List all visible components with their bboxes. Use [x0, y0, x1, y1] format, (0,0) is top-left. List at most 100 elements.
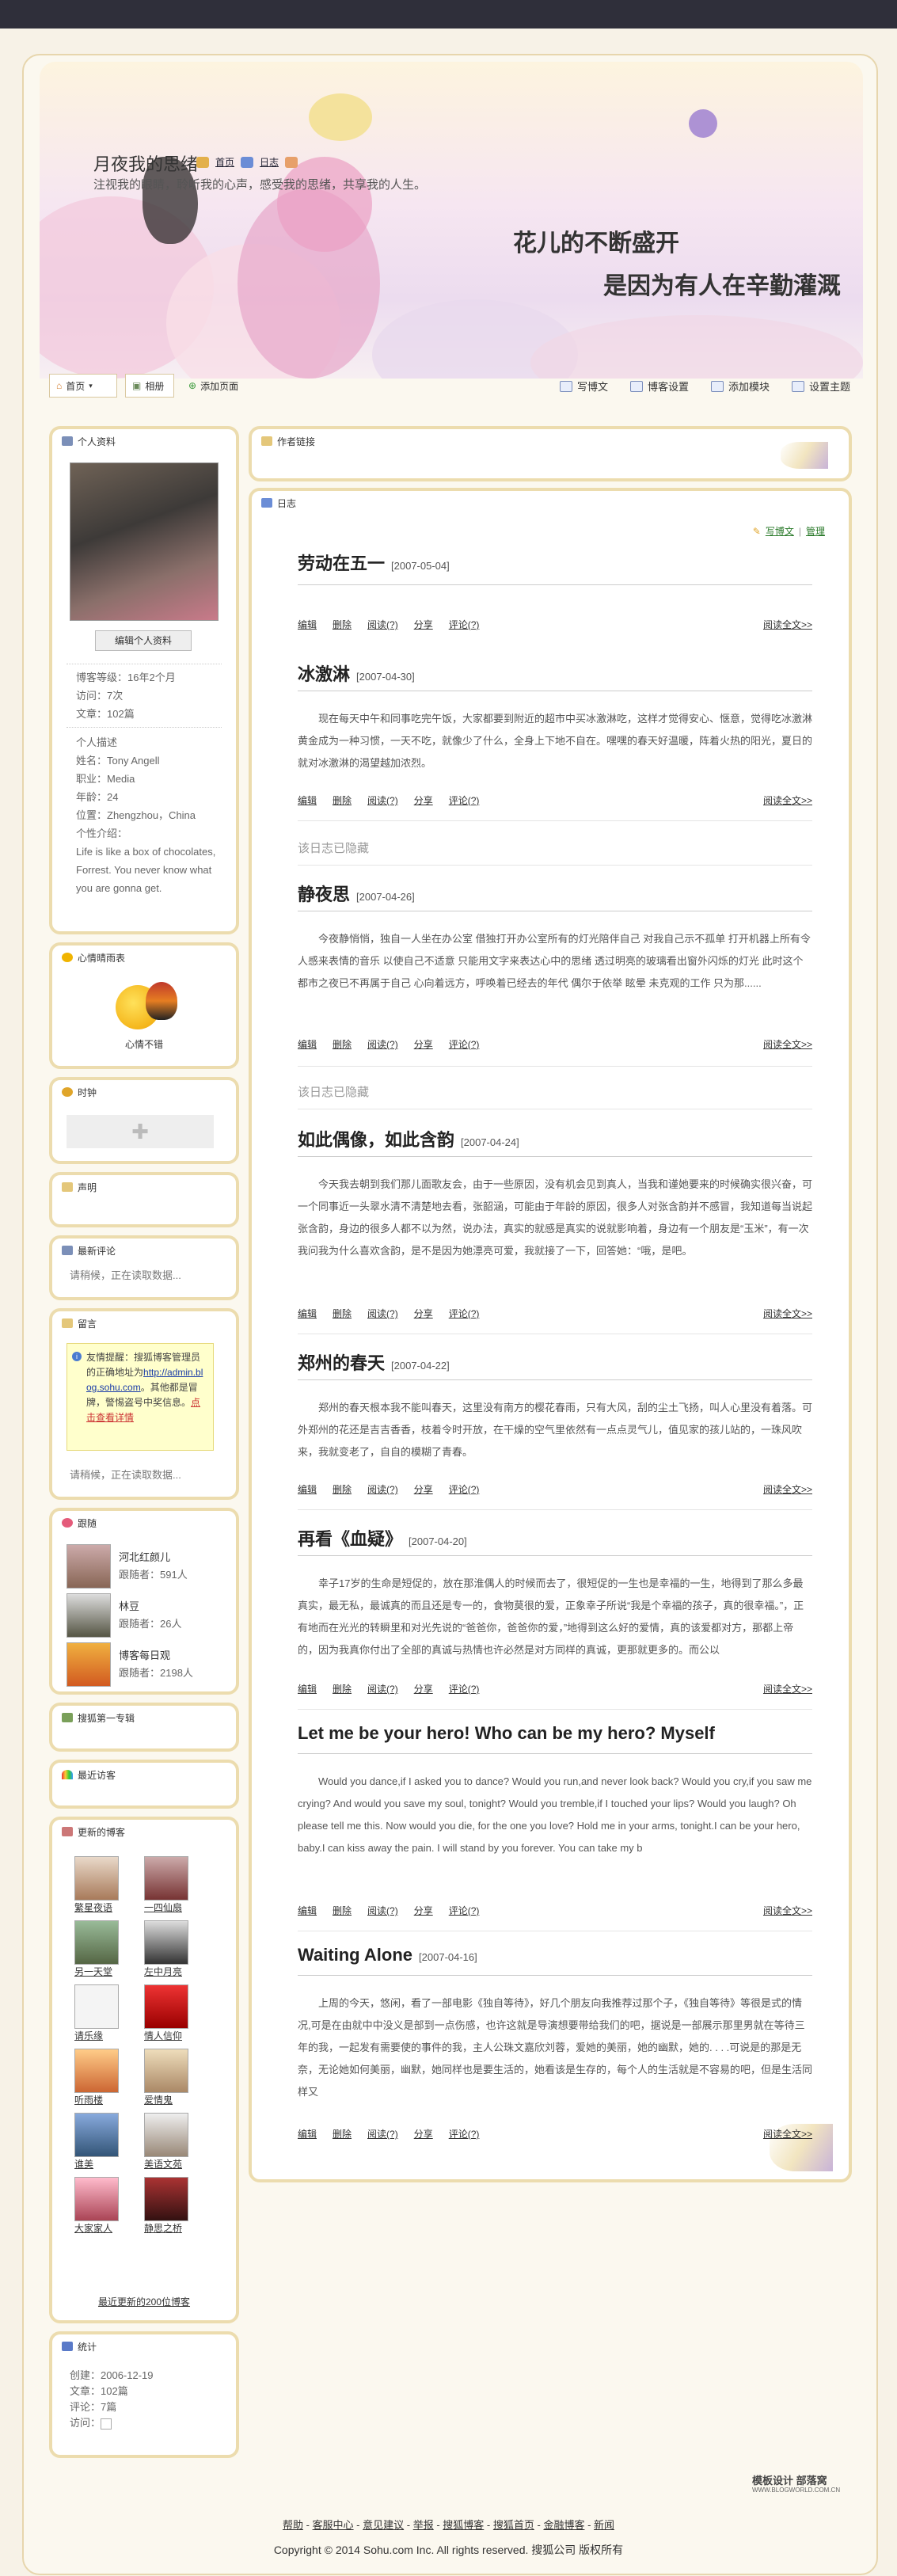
- share-link[interactable]: 分享: [414, 1682, 433, 1695]
- edit-link[interactable]: 编辑: [298, 1482, 317, 1496]
- delete-link[interactable]: 删除: [333, 1037, 352, 1051]
- blog-thumb-label[interactable]: 爱情鬼: [144, 2093, 195, 2106]
- blog-thumb-label[interactable]: 请乐缘: [74, 2029, 125, 2042]
- read-count-link[interactable]: 阅读(?): [367, 1307, 398, 1320]
- write-post-link[interactable]: 写博文: [766, 524, 794, 538]
- blog-thumb-label[interactable]: 谁美: [74, 2157, 125, 2171]
- blog-thumb-item[interactable]: 静思之桥: [144, 2177, 214, 2235]
- delete-link[interactable]: 删除: [333, 1682, 352, 1695]
- blog-thumb-label[interactable]: 另一天堂: [74, 1965, 125, 1978]
- blog-thumbnail[interactable]: [144, 2049, 188, 2093]
- post-title-text[interactable]: 郑州的春天: [298, 1353, 385, 1373]
- manage-link[interactable]: 管理: [806, 524, 825, 538]
- read-count-link[interactable]: 阅读(?): [367, 618, 398, 631]
- blog-thumb-label[interactable]: 静思之桥: [144, 2221, 195, 2235]
- post-title-text[interactable]: 如此偶像，如此含韵: [298, 1130, 454, 1150]
- add-module-button[interactable]: 添加模块: [710, 379, 770, 394]
- post-title-text[interactable]: Waiting Alone: [298, 1945, 412, 1965]
- post-title-text[interactable]: 冰激淋: [298, 664, 350, 684]
- read-count-link[interactable]: 阅读(?): [367, 1682, 398, 1695]
- footer-link[interactable]: 金融博客: [543, 2519, 584, 2531]
- delete-link[interactable]: 删除: [333, 793, 352, 807]
- blog-thumb-item[interactable]: 大家家人: [74, 2177, 144, 2235]
- footer-link[interactable]: 客服中心: [313, 2519, 354, 2531]
- delete-link[interactable]: 删除: [333, 1904, 352, 1917]
- share-link[interactable]: 分享: [414, 1904, 433, 1917]
- read-more-link[interactable]: 阅读全文>>: [763, 1682, 812, 1695]
- edit-link[interactable]: 编辑: [298, 1307, 317, 1320]
- blog-thumbnail[interactable]: [144, 1856, 188, 1901]
- post-title-text[interactable]: 劳动在五一: [298, 554, 385, 573]
- top-link-journal[interactable]: 日志: [260, 155, 279, 169]
- profile-avatar[interactable]: [70, 462, 219, 621]
- blog-thumb-item[interactable]: 一四仙扇: [144, 1856, 214, 1914]
- blog-thumb-label[interactable]: 一四仙扇: [144, 1901, 195, 1914]
- read-count-link[interactable]: 阅读(?): [367, 1482, 398, 1496]
- edit-link[interactable]: 编辑: [298, 2127, 317, 2140]
- more-updated-blogs-link[interactable]: 最近更新的200位博客: [52, 2295, 236, 2308]
- read-more-link[interactable]: 阅读全文>>: [763, 1307, 812, 1320]
- blog-thumbnail[interactable]: [74, 1984, 119, 2029]
- blog-thumbnail[interactable]: [74, 2113, 119, 2157]
- footer-link[interactable]: 新闻: [594, 2519, 614, 2531]
- friend-avatar[interactable]: [67, 1544, 111, 1589]
- post-title[interactable]: 冰激淋 [2007-04-30]: [298, 660, 415, 686]
- set-theme-button[interactable]: 设置主题: [791, 379, 850, 394]
- comment-link[interactable]: 评论(?): [449, 793, 480, 807]
- blog-thumbnail[interactable]: [74, 2177, 119, 2221]
- read-count-link[interactable]: 阅读(?): [367, 2127, 398, 2140]
- comment-link[interactable]: 评论(?): [449, 1307, 480, 1320]
- post-title[interactable]: 如此偶像，如此含韵 [2007-04-24]: [298, 1126, 519, 1151]
- friend-name[interactable]: 博客每日观: [119, 1647, 170, 1662]
- blog-thumbnail[interactable]: [144, 1984, 188, 2029]
- journal-icon[interactable]: [241, 156, 254, 168]
- footer-link[interactable]: 搜狐博客: [443, 2519, 484, 2531]
- blog-thumb-item[interactable]: 听雨楼: [74, 2049, 144, 2106]
- read-more-link[interactable]: 阅读全文>>: [763, 1904, 812, 1917]
- friend-name[interactable]: 林豆: [119, 1598, 139, 1613]
- share-link[interactable]: 分享: [414, 1037, 433, 1051]
- edit-link[interactable]: 编辑: [298, 618, 317, 631]
- comment-link[interactable]: 评论(?): [449, 1482, 480, 1496]
- edit-profile-button[interactable]: 编辑个人资料: [95, 630, 192, 651]
- blog-thumbnail[interactable]: [74, 1920, 119, 1965]
- read-more-link[interactable]: 阅读全文>>: [763, 1037, 812, 1051]
- post-title-text[interactable]: Let me be your hero! Who can be my hero?…: [298, 1723, 715, 1743]
- blog-thumbnail[interactable]: [74, 2049, 119, 2093]
- blog-thumb-label[interactable]: 情人信仰: [144, 2029, 195, 2042]
- blog-thumb-label[interactable]: 繁星夜语: [74, 1901, 125, 1914]
- read-more-link[interactable]: 阅读全文>>: [763, 618, 812, 631]
- blog-thumb-label[interactable]: 大家家人: [74, 2221, 125, 2235]
- friend-name[interactable]: 河北红颜儿: [119, 1549, 170, 1564]
- footer-link[interactable]: 帮助: [283, 2519, 303, 2531]
- home-icon[interactable]: [196, 156, 209, 168]
- friend-avatar[interactable]: [67, 1642, 111, 1687]
- post-title[interactable]: Let me be your hero! Who can be my hero?…: [298, 1723, 721, 1744]
- blog-thumb-item[interactable]: 美语文苑: [144, 2113, 214, 2171]
- comment-link[interactable]: 评论(?): [449, 1682, 480, 1695]
- post-title[interactable]: Waiting Alone [2007-04-16]: [298, 1945, 477, 1965]
- delete-link[interactable]: 删除: [333, 1482, 352, 1496]
- mail-icon[interactable]: [285, 156, 298, 168]
- share-link[interactable]: 分享: [414, 1307, 433, 1320]
- delete-link[interactable]: 删除: [333, 1307, 352, 1320]
- share-link[interactable]: 分享: [414, 618, 433, 631]
- post-title[interactable]: 劳动在五一 [2007-05-04]: [298, 550, 450, 575]
- comment-link[interactable]: 评论(?): [449, 1904, 480, 1917]
- blog-thumb-item[interactable]: 另一天堂: [74, 1920, 144, 1978]
- blog-settings-button[interactable]: 博客设置: [629, 379, 689, 394]
- tab-add-page[interactable]: ⊕ 添加页面: [182, 374, 255, 398]
- edit-link[interactable]: 编辑: [298, 793, 317, 807]
- chevron-down-icon[interactable]: ▾: [89, 382, 93, 390]
- blog-thumb-item[interactable]: 谁美: [74, 2113, 144, 2171]
- blog-thumb-label[interactable]: 左中月亮: [144, 1965, 195, 1978]
- share-link[interactable]: 分享: [414, 1482, 433, 1496]
- blog-thumbnail[interactable]: [144, 2113, 188, 2157]
- delete-link[interactable]: 删除: [333, 2127, 352, 2140]
- comment-link[interactable]: 评论(?): [449, 618, 480, 631]
- blog-thumb-item[interactable]: 爱情鬼: [144, 2049, 214, 2106]
- footer-link[interactable]: 意见建议: [363, 2519, 404, 2531]
- edit-link[interactable]: 编辑: [298, 1682, 317, 1695]
- write-post-button[interactable]: 写博文: [559, 379, 608, 394]
- blog-thumb-label[interactable]: 美语文苑: [144, 2157, 195, 2171]
